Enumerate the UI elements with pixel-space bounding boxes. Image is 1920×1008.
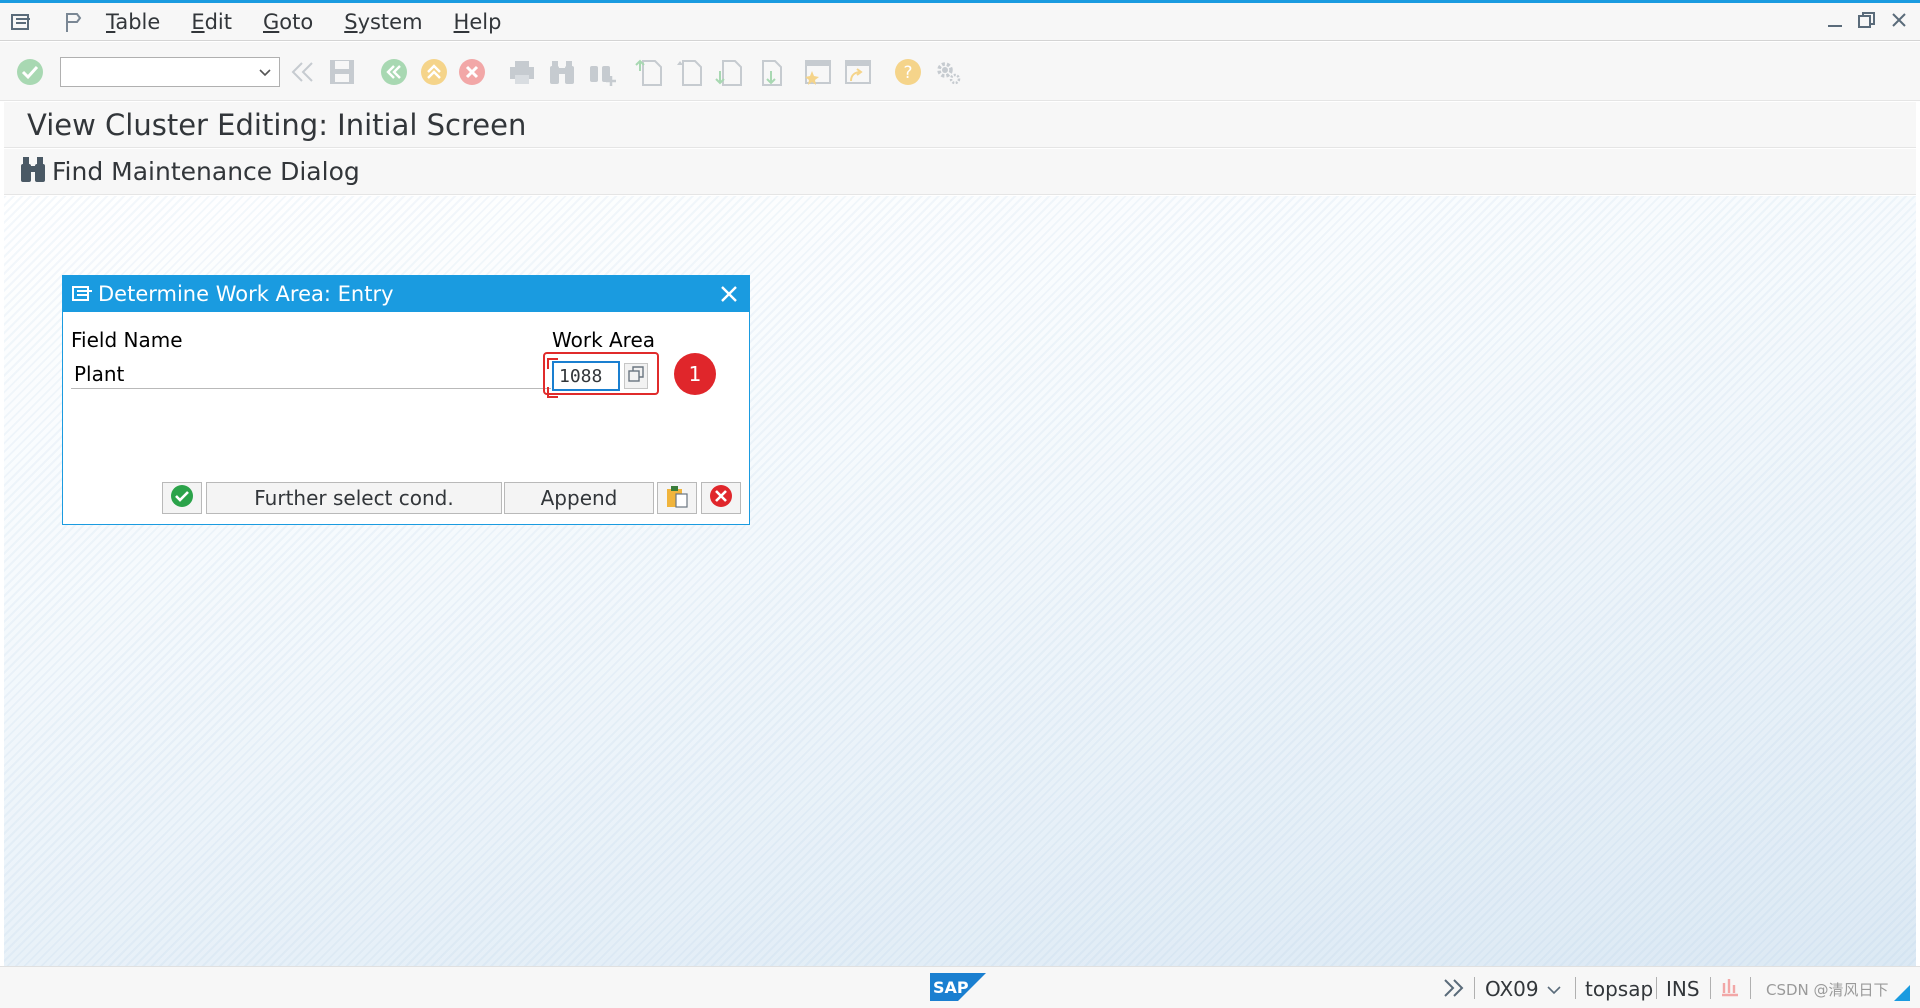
sap-logo-text: SAP bbox=[933, 978, 969, 997]
restore-icon[interactable] bbox=[1856, 7, 1878, 33]
find-maintenance-dialog-button[interactable]: Find Maintenance Dialog bbox=[20, 155, 360, 187]
further-select-cond-button[interactable]: Further select cond. bbox=[206, 482, 502, 514]
gear-icon[interactable] bbox=[932, 56, 964, 88]
flag-icon[interactable] bbox=[60, 8, 88, 36]
transaction-code: OX09 bbox=[1485, 977, 1539, 1001]
dialog-copy-button[interactable] bbox=[657, 482, 697, 514]
next-page-icon[interactable] bbox=[714, 56, 746, 88]
sap-logo: SAP bbox=[930, 973, 986, 1001]
double-chevron-right-icon[interactable] bbox=[1442, 977, 1466, 1004]
minimize-icon[interactable] bbox=[1824, 7, 1846, 33]
dialog-cancel-button[interactable] bbox=[701, 482, 741, 514]
row-underline bbox=[71, 388, 551, 389]
status-bar: SAP OX09 topsap INS CSDN @清风日下 bbox=[0, 966, 1920, 1008]
status-separator bbox=[1656, 977, 1657, 999]
status-separator bbox=[1575, 977, 1576, 999]
svg-text:?: ? bbox=[903, 63, 912, 83]
annotation-badge: 1 bbox=[674, 353, 716, 395]
column-header-work-area: Work Area bbox=[552, 328, 656, 352]
menu-edit[interactable]: Edit bbox=[191, 10, 232, 34]
exit-icon[interactable] bbox=[418, 56, 450, 88]
find-next-icon[interactable] bbox=[586, 56, 618, 88]
command-field[interactable] bbox=[60, 57, 280, 87]
clipboard-icon bbox=[665, 483, 689, 514]
work-area-input[interactable] bbox=[552, 361, 620, 391]
menu-system[interactable]: System bbox=[344, 10, 422, 34]
close-window-icon[interactable] bbox=[1888, 7, 1910, 33]
find-icon[interactable] bbox=[546, 56, 578, 88]
column-header-field-name: Field Name bbox=[71, 328, 183, 352]
command-input[interactable] bbox=[61, 58, 251, 86]
watermark-text: CSDN @清风日下 bbox=[1766, 981, 1889, 999]
dialog-continue-button[interactable] bbox=[162, 482, 202, 514]
find-maintenance-dialog-label: Find Maintenance Dialog bbox=[52, 156, 360, 186]
dialog-header: Determine Work Area: Entry bbox=[63, 276, 749, 312]
system-name: topsap bbox=[1585, 977, 1654, 1001]
application-toolbar: Find Maintenance Dialog bbox=[4, 149, 1916, 195]
status-separator bbox=[1710, 977, 1711, 999]
menu-goto[interactable]: Goto bbox=[263, 10, 313, 34]
print-icon[interactable] bbox=[506, 56, 538, 88]
append-button[interactable]: Append bbox=[504, 482, 654, 514]
save-icon[interactable] bbox=[326, 56, 358, 88]
cancel-x-icon bbox=[709, 484, 733, 513]
enter-icon[interactable] bbox=[14, 56, 46, 88]
cancel-icon[interactable] bbox=[456, 56, 488, 88]
dialog-title: Determine Work Area: Entry bbox=[98, 282, 394, 306]
previous-page-icon[interactable] bbox=[674, 56, 706, 88]
shortcut-icon[interactable] bbox=[842, 56, 874, 88]
dialog-close-icon[interactable] bbox=[717, 282, 741, 306]
double-chevron-left-icon[interactable] bbox=[286, 56, 318, 88]
binoculars-icon bbox=[20, 155, 46, 187]
status-separator bbox=[1474, 977, 1475, 999]
menu-items: Table Edit Goto System Help bbox=[106, 10, 532, 34]
check-icon bbox=[170, 484, 194, 513]
window-controls bbox=[1824, 7, 1910, 33]
value-help-button[interactable] bbox=[624, 363, 648, 389]
menu-bar: Table Edit Goto System Help bbox=[0, 3, 1920, 41]
dialog-window-icon bbox=[72, 283, 94, 305]
insert-mode[interactable]: INS bbox=[1666, 977, 1700, 1001]
back-icon[interactable] bbox=[378, 56, 410, 88]
create-session-icon[interactable] bbox=[802, 56, 834, 88]
resize-grip-icon[interactable] bbox=[1893, 983, 1911, 1007]
first-page-icon[interactable] bbox=[634, 56, 666, 88]
menu-help[interactable]: Help bbox=[454, 10, 502, 34]
page-title: View Cluster Editing: Initial Screen bbox=[27, 108, 527, 142]
chevron-down-icon[interactable] bbox=[255, 61, 275, 87]
status-separator bbox=[1750, 977, 1751, 999]
title-bar: View Cluster Editing: Initial Screen bbox=[4, 102, 1916, 148]
sap-menu-icon[interactable] bbox=[8, 8, 36, 36]
help-icon[interactable]: ? bbox=[892, 56, 924, 88]
value-help-icon bbox=[628, 366, 644, 386]
standard-toolbar: ? bbox=[0, 42, 1920, 101]
transaction-chevron-down-icon[interactable] bbox=[1546, 979, 1562, 1003]
field-label-plant: Plant bbox=[74, 362, 125, 386]
menu-table[interactable]: Table bbox=[106, 10, 160, 34]
determine-work-area-dialog: Determine Work Area: Entry Field Name Wo… bbox=[62, 275, 750, 525]
performance-icon bbox=[1720, 975, 1740, 1002]
last-page-icon[interactable] bbox=[754, 56, 786, 88]
